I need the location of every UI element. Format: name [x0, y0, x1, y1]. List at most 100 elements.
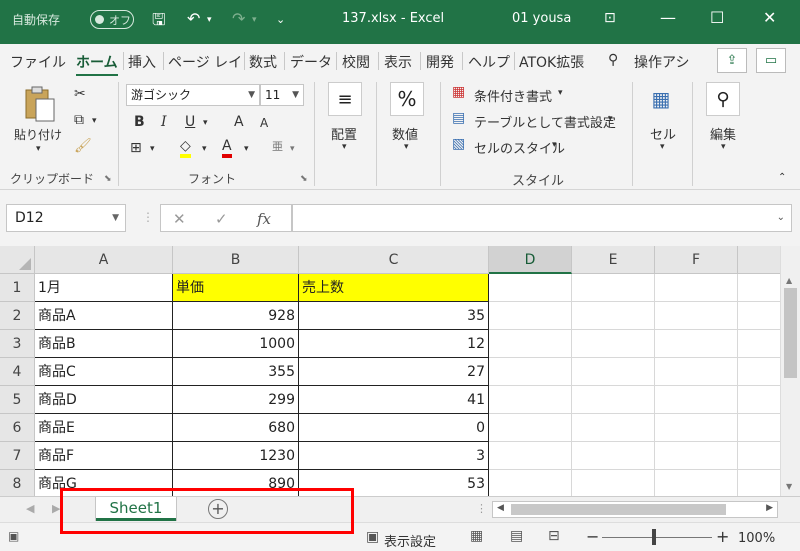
format-painter-icon[interactable]: 🖌 — [74, 138, 92, 154]
autosave-toggle[interactable]: オフ — [90, 10, 134, 29]
find-icon[interactable]: ⚲ — [706, 82, 740, 116]
maximize-icon[interactable]: ☐ — [710, 8, 724, 27]
zoom-slider[interactable] — [602, 537, 712, 538]
cell-f1[interactable] — [655, 274, 738, 302]
cell-b5[interactable]: 299 — [173, 386, 299, 414]
zoom-out-icon[interactable]: − — [586, 527, 599, 546]
paste-icon[interactable] — [20, 84, 60, 124]
undo-icon[interactable]: ↶ — [187, 9, 200, 28]
borders-dropdown-icon[interactable]: ▾ — [150, 144, 155, 154]
tab-help[interactable]: ヘルプ — [468, 52, 510, 72]
borders-icon[interactable]: ⊞ — [130, 140, 142, 156]
scroll-down-icon[interactable]: ▼ — [786, 482, 792, 491]
save-icon[interactable]: 🖫 — [152, 9, 166, 36]
cells-button[interactable]: セル — [650, 124, 676, 143]
copy-dropdown-icon[interactable]: ▾ — [92, 116, 97, 126]
cell-a2[interactable]: 商品A — [35, 302, 173, 330]
add-sheet-icon[interactable]: + — [208, 499, 228, 519]
cell-e8[interactable] — [572, 470, 655, 496]
cell-b2[interactable]: 928 — [173, 302, 299, 330]
zoom-slider-thumb[interactable] — [652, 529, 656, 545]
enter-icon[interactable]: ✓ — [215, 210, 228, 228]
cell-c6[interactable]: 0 — [299, 414, 489, 442]
cell-e5[interactable] — [572, 386, 655, 414]
column-header-f[interactable]: F — [655, 246, 738, 274]
cell-e7[interactable] — [572, 442, 655, 470]
undo-dropdown-icon[interactable]: ▾ — [207, 15, 212, 25]
cell-e2[interactable] — [572, 302, 655, 330]
grow-font-button[interactable]: A — [234, 114, 244, 130]
cell-f4[interactable] — [655, 358, 738, 386]
cell-d8[interactable] — [489, 470, 572, 496]
display-settings-button[interactable]: 表示設定 — [384, 531, 436, 550]
redo-dropdown-icon[interactable]: ▾ — [252, 15, 257, 25]
row-header[interactable]: 2 — [0, 302, 35, 330]
formula-input[interactable]: ⌄ — [292, 204, 792, 232]
bold-button[interactable]: B — [134, 114, 145, 130]
column-header-c[interactable]: C — [299, 246, 489, 274]
cell-g1[interactable] — [738, 274, 780, 302]
user-name[interactable]: 01 yousa — [512, 11, 571, 26]
fill-color-dropdown-icon[interactable]: ▾ — [202, 144, 207, 154]
alignment-icon[interactable]: ≡ — [328, 82, 362, 116]
name-box[interactable]: D12 ▼ — [6, 204, 126, 232]
cells-icon[interactable]: ▦ — [644, 82, 678, 116]
vertical-scrollbar[interactable]: ▲ ▼ — [780, 246, 800, 496]
paste-button[interactable]: 貼り付け — [14, 126, 62, 143]
cell-e4[interactable] — [572, 358, 655, 386]
cell-c7[interactable]: 3 — [299, 442, 489, 470]
cell-b7[interactable]: 1230 — [173, 442, 299, 470]
redo-icon[interactable]: ↷ — [232, 9, 245, 28]
number-dropdown-icon[interactable]: ▾ — [404, 142, 409, 152]
cell-f6[interactable] — [655, 414, 738, 442]
formula-bar-handle-icon[interactable]: ⋮ — [142, 210, 154, 224]
paste-dropdown-icon[interactable]: ▾ — [36, 144, 41, 154]
worksheet-grid[interactable]: A B C D E F 1 1月 単価 売上数 2 商品A 928 35 3 商… — [0, 246, 780, 496]
editing-button[interactable]: 編集 — [710, 124, 736, 143]
tab-developer[interactable]: 開発 — [426, 52, 454, 72]
search-icon[interactable]: ⚲ — [608, 52, 618, 68]
tell-me-box[interactable]: 操作アシ — [634, 52, 689, 72]
cell-f8[interactable] — [655, 470, 738, 496]
cell-f3[interactable] — [655, 330, 738, 358]
ribbon-display-icon[interactable]: ⊡ — [604, 10, 616, 26]
zoom-level[interactable]: 100% — [738, 531, 775, 546]
tab-insert[interactable]: 挿入 — [128, 52, 156, 72]
number-format-icon[interactable]: % — [390, 82, 424, 116]
close-icon[interactable]: ✕ — [763, 8, 776, 27]
cell-b8[interactable]: 890 — [173, 470, 299, 496]
customize-qat-icon[interactable]: ⌄ — [276, 13, 285, 26]
scroll-left-icon[interactable]: ◀ — [497, 503, 504, 513]
column-header-b[interactable]: B — [173, 246, 299, 274]
font-color-button[interactable]: A — [222, 138, 232, 158]
cell-c4[interactable]: 27 — [299, 358, 489, 386]
editing-dropdown-icon[interactable]: ▾ — [721, 142, 726, 152]
cell-d2[interactable] — [489, 302, 572, 330]
sheet-tab-sheet1[interactable]: Sheet1 — [96, 497, 176, 521]
column-header-a[interactable]: A — [35, 246, 173, 274]
minimize-icon[interactable]: — — [660, 8, 676, 27]
cell-g3[interactable] — [738, 330, 780, 358]
cell-a5[interactable]: 商品D — [35, 386, 173, 414]
zoom-in-icon[interactable]: + — [716, 527, 729, 546]
tab-formulas[interactable]: 数式 — [249, 52, 277, 72]
cells-dropdown-icon[interactable]: ▾ — [660, 142, 665, 152]
collapse-ribbon-icon[interactable]: ⌃ — [778, 172, 786, 183]
expand-formula-icon[interactable]: ⌄ — [777, 212, 785, 223]
cell-f2[interactable] — [655, 302, 738, 330]
cell-d3[interactable] — [489, 330, 572, 358]
cell-e3[interactable] — [572, 330, 655, 358]
row-header[interactable]: 3 — [0, 330, 35, 358]
tab-file[interactable]: ファイル — [10, 52, 66, 72]
cell-c5[interactable]: 41 — [299, 386, 489, 414]
page-break-view-icon[interactable]: ⊟ — [548, 528, 560, 544]
vertical-scroll-thumb[interactable] — [784, 288, 797, 378]
cell-b4[interactable]: 355 — [173, 358, 299, 386]
cell-a1[interactable]: 1月 — [35, 274, 173, 302]
alignment-button[interactable]: 配置 — [331, 124, 357, 143]
tab-data[interactable]: データ — [290, 52, 332, 72]
cell-b1[interactable]: 単価 — [173, 274, 299, 302]
cell-g5[interactable] — [738, 386, 780, 414]
tab-review[interactable]: 校閲 — [342, 52, 370, 72]
underline-button[interactable]: U — [185, 114, 195, 130]
